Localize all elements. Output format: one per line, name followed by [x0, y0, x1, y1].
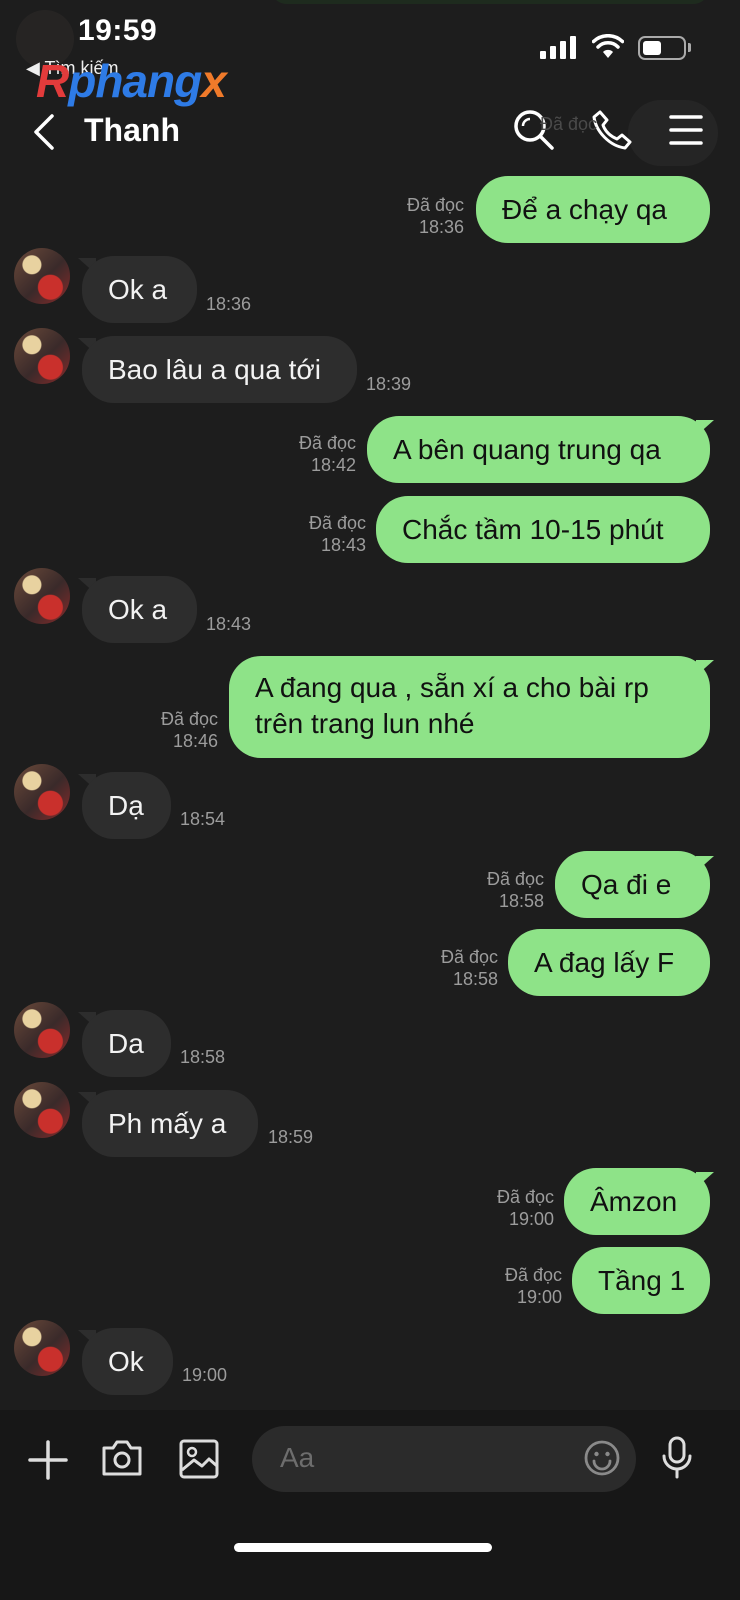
- outgoing-message[interactable]: Tầng 1: [572, 1247, 710, 1314]
- read-receipt: Đã đọc 19:00: [504, 1265, 562, 1307]
- gallery-icon[interactable]: [178, 1438, 220, 1480]
- contact-avatar[interactable]: [14, 1320, 70, 1376]
- incoming-message[interactable]: Bao lâu a qua tới: [82, 336, 357, 403]
- read-receipt: Đã đọc 18:46: [160, 709, 218, 751]
- outgoing-message[interactable]: Chắc tầm 10-15 phút: [376, 496, 710, 563]
- bubble-tail: [696, 420, 714, 436]
- incoming-message[interactable]: Ok: [82, 1328, 173, 1395]
- outgoing-message[interactable]: Âmzon: [564, 1168, 710, 1235]
- plus-icon[interactable]: [28, 1440, 68, 1480]
- battery-tip: [688, 43, 691, 52]
- outgoing-message[interactable]: Để a chạy qa: [476, 176, 710, 243]
- message-time: 18:54: [180, 809, 226, 829]
- home-indicator[interactable]: [234, 1543, 492, 1552]
- contact-avatar[interactable]: [14, 1082, 70, 1138]
- ghost-read-label: Đã đọc: [540, 114, 598, 134]
- read-receipt: Đã đọc 18:58: [486, 869, 544, 911]
- cellular-signal-icon: [540, 36, 576, 59]
- bubble-tail: [696, 1172, 714, 1188]
- contact-avatar[interactable]: [14, 764, 70, 820]
- status-time: 19:59: [78, 14, 158, 47]
- contact-avatar[interactable]: [14, 568, 70, 624]
- message-input[interactable]: Aa: [252, 1426, 636, 1492]
- contact-avatar[interactable]: [14, 248, 70, 304]
- previous-message-ghost: [270, 0, 710, 4]
- camera-icon[interactable]: [100, 1436, 144, 1480]
- outgoing-message[interactable]: A đang qua , sẵn xí a cho bài rp trên tr…: [229, 656, 710, 758]
- incoming-message[interactable]: Da: [82, 1010, 171, 1077]
- chat-title[interactable]: Thanh: [84, 112, 180, 149]
- message-time: 18:43: [206, 614, 252, 634]
- incoming-message[interactable]: Ok a: [82, 256, 197, 323]
- read-receipt: Đã đọc 18:58: [440, 947, 498, 989]
- outgoing-message[interactable]: A đag lấy F: [508, 929, 710, 996]
- bubble-tail: [696, 856, 714, 872]
- outgoing-message[interactable]: Qa đi e: [555, 851, 710, 918]
- brand-watermark-logo: Rphangx: [36, 55, 227, 107]
- back-icon[interactable]: [26, 110, 66, 154]
- incoming-message[interactable]: Ph mấy a: [82, 1090, 258, 1157]
- contact-avatar[interactable]: [14, 328, 70, 384]
- message-time: 19:00: [182, 1365, 228, 1385]
- contact-avatar[interactable]: [14, 1002, 70, 1058]
- read-receipt: Đã đọc 19:00: [496, 1187, 554, 1229]
- read-receipt: Đã đọc 18:36: [406, 195, 464, 237]
- outgoing-message[interactable]: A bên quang trung qa: [367, 416, 710, 483]
- message-time: 18:36: [206, 294, 252, 314]
- microphone-icon[interactable]: [662, 1436, 692, 1480]
- menu-icon[interactable]: [668, 112, 704, 148]
- message-time: 18:39: [366, 374, 412, 394]
- battery-icon: [638, 36, 686, 60]
- read-receipt: Đã đọc 18:43: [308, 513, 366, 555]
- incoming-message[interactable]: Ok a: [82, 576, 197, 643]
- bubble-tail: [696, 660, 714, 676]
- incoming-message[interactable]: Dạ: [82, 772, 171, 839]
- emoji-icon[interactable]: [584, 1440, 620, 1476]
- read-receipt: Đã đọc 18:42: [298, 433, 356, 475]
- message-time: 18:58: [180, 1047, 226, 1067]
- message-time: 18:59: [268, 1127, 314, 1147]
- message-input-placeholder: Aa: [280, 1442, 315, 1473]
- wifi-icon: [592, 34, 624, 58]
